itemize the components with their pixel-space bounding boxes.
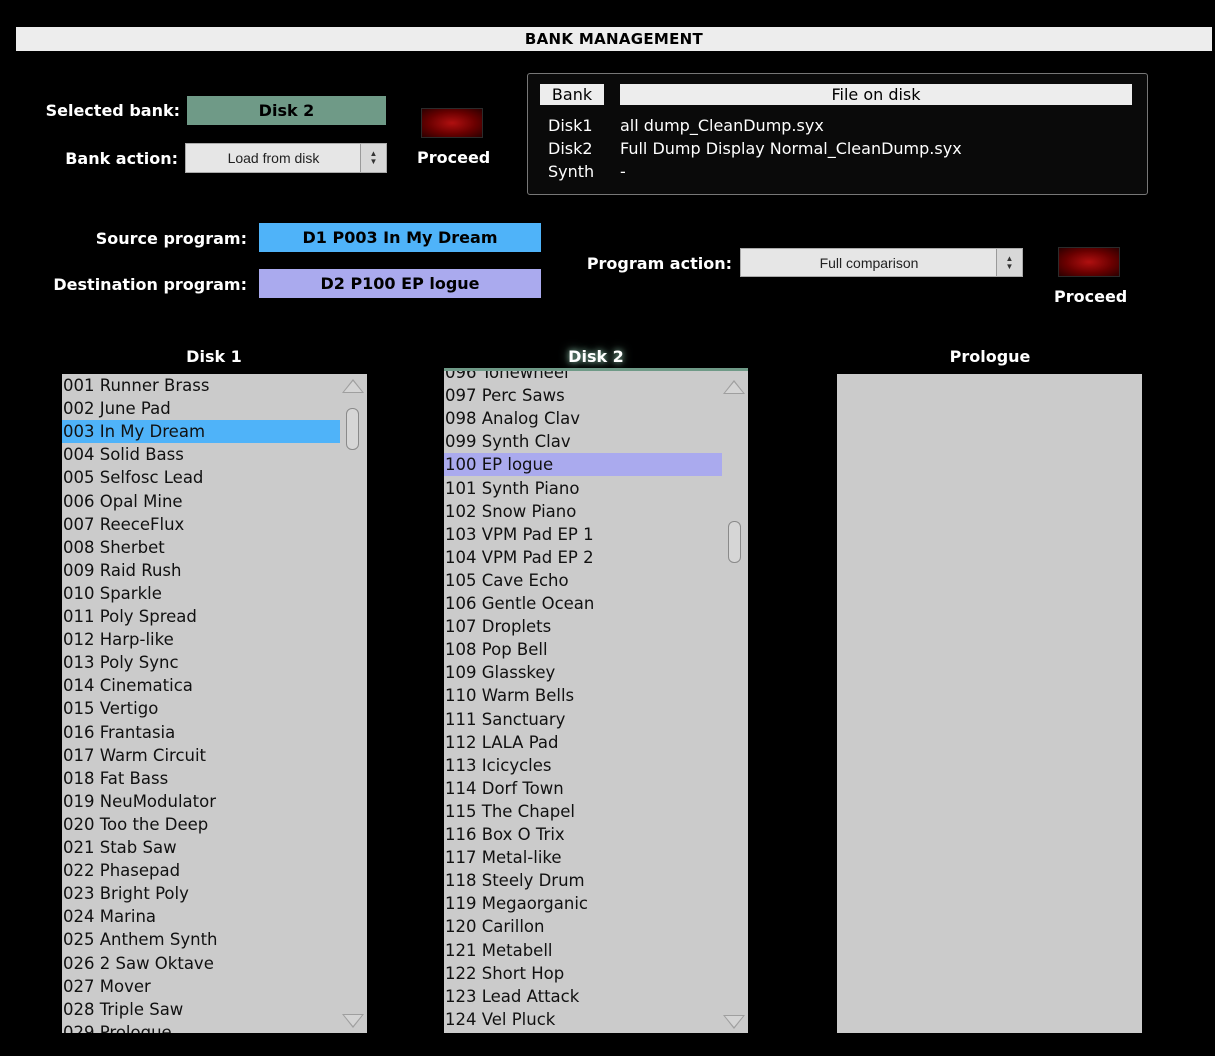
list-item[interactable]: 112 LALA Pad (444, 731, 559, 754)
list-item[interactable]: 122 Short Hop (444, 962, 564, 985)
disk1-program-list[interactable]: 029 Prologue 028 Triple Saw 027 Mover 026 2… (62, 374, 367, 1033)
list-item[interactable]: 019 NeuModulator (62, 790, 216, 813)
file-row-bank: Synth (548, 162, 595, 181)
list-item[interactable]: 010 Sparkle (62, 582, 162, 605)
list-item[interactable]: 005 Selfosc Lead (62, 466, 203, 489)
list-item[interactable]: 103 VPM Pad EP 1 (444, 523, 594, 546)
scroll-up-icon[interactable] (723, 380, 745, 394)
list-item[interactable]: 016 Frantasia (62, 721, 175, 744)
file-row-bank: Disk2 (548, 139, 593, 158)
file-row-name: all dump_CleanDump.syx (620, 116, 824, 135)
scroll-down-icon[interactable] (723, 1015, 745, 1029)
list-item[interactable]: 015 Vertigo (62, 697, 158, 720)
list-item[interactable]: 012 Harp-like (62, 628, 174, 651)
scrollbar-thumb[interactable] (346, 408, 359, 450)
disk2-list-title: Disk 2 (568, 347, 624, 366)
list-item[interactable]: 008 Sherbet (62, 536, 165, 559)
list-item[interactable]: 102 Snow Piano (444, 500, 576, 523)
select-arrows-icon: ▲ ▼ (996, 249, 1022, 276)
list-item[interactable]: 123 Lead Attack (444, 985, 579, 1008)
program-action-value: Full comparison (819, 255, 919, 271)
disk2-program-list[interactable]: 124 Vel Pluck 123 Lead Attack 122 Short Ho… (444, 368, 748, 1033)
destination-program-label: Destination program: (53, 275, 247, 294)
list-item[interactable]: 107 Droplets (444, 615, 551, 638)
file-column-header: File on disk (620, 84, 1132, 105)
list-item[interactable]: 022 Phasepad (62, 859, 180, 882)
source-program-value: D1 P003 In My Dream (259, 223, 541, 252)
list-item[interactable]: 001 Runner Brass (62, 374, 209, 397)
list-item[interactable]: 104 VPM Pad EP 2 (444, 546, 594, 569)
prologue-program-list[interactable] (837, 374, 1142, 1033)
list-item[interactable]: 002 June Pad (62, 397, 171, 420)
program-proceed-led-button[interactable] (1058, 247, 1120, 277)
list-item[interactable]: 120 Carillon (444, 915, 544, 938)
bank-proceed-label: Proceed (417, 148, 491, 167)
list-item[interactable]: 106 Gentle Ocean (444, 592, 594, 615)
list-item[interactable]: 098 Analog Clav (444, 407, 580, 430)
list-item[interactable]: 100 EP logue (444, 453, 722, 477)
program-action-label: Program action: (586, 254, 732, 273)
file-row-name: - (620, 162, 626, 181)
bank-action-select[interactable]: Load from disk ▲ ▼ (185, 143, 387, 173)
list-item[interactable]: 109 Glasskey (444, 661, 555, 684)
selected-bank-label: Selected bank: (45, 101, 180, 120)
bank-proceed-led-button[interactable] (421, 108, 483, 138)
program-action-select[interactable]: Full comparison ▲ ▼ (740, 248, 1023, 277)
list-item[interactable]: 018 Fat Bass (62, 767, 168, 790)
list-item[interactable]: 023 Bright Poly (62, 882, 189, 905)
list-item[interactable]: 011 Poly Spread (62, 605, 197, 628)
list-item[interactable]: 119 Megaorganic (444, 892, 588, 915)
disk1-list-title: Disk 1 (186, 347, 242, 366)
list-item[interactable]: 025 Anthem Synth (62, 928, 218, 951)
list-item[interactable]: 097 Perc Saws (444, 384, 565, 407)
scroll-up-icon[interactable] (342, 379, 364, 393)
list-item[interactable]: 124 Vel Pluck (444, 1008, 555, 1031)
bank-action-value: Load from disk (227, 150, 320, 166)
scroll-down-icon[interactable] (342, 1014, 364, 1028)
list-item[interactable]: 029 Prologue (62, 1021, 172, 1033)
list-item[interactable]: 017 Warm Circuit (62, 744, 206, 767)
list-item[interactable]: 116 Box O Trix (444, 823, 565, 846)
source-program-label: Source program: (95, 229, 247, 248)
list-item[interactable]: 096 Tonewheel (444, 371, 569, 384)
list-item[interactable]: 009 Raid Rush (62, 559, 182, 582)
prologue-list-title: Prologue (949, 347, 1031, 366)
list-item[interactable]: 024 Marina (62, 905, 156, 928)
list-item[interactable]: 114 Dorf Town (444, 777, 564, 800)
bank-action-label: Bank action: (65, 149, 178, 168)
program-proceed-label: Proceed (1054, 287, 1128, 306)
list-item[interactable]: 101 Synth Piano (444, 477, 579, 500)
list-item[interactable]: 014 Cinematica (62, 674, 193, 697)
bank-files-panel: Bank File on disk Disk1 all dump_CleanDu… (527, 73, 1148, 195)
list-item[interactable]: 111 Sanctuary (444, 708, 565, 731)
list-item[interactable]: 105 Cave Echo (444, 569, 569, 592)
list-item[interactable]: 020 Too the Deep (62, 813, 208, 836)
scrollbar-thumb[interactable] (728, 521, 741, 563)
file-row-bank: Disk1 (548, 116, 593, 135)
list-item[interactable]: 021 Stab Saw (62, 836, 177, 859)
select-arrows-icon: ▲ ▼ (360, 144, 386, 172)
list-item[interactable]: 026 2 Saw Oktave (62, 952, 214, 975)
list-item[interactable]: 113 Icicycles (444, 754, 552, 777)
list-item[interactable]: 115 The Chapel (444, 800, 575, 823)
list-item[interactable]: 099 Synth Clav (444, 430, 571, 453)
list-item[interactable]: 003 In My Dream (62, 420, 340, 444)
list-item[interactable]: 013 Poly Sync (62, 651, 179, 674)
page-title: BANK MANAGEMENT (16, 27, 1212, 51)
list-item[interactable]: 007 ReeceFlux (62, 513, 184, 536)
file-row-name: Full Dump Display Normal_CleanDump.syx (620, 139, 962, 158)
list-item[interactable]: 108 Pop Bell (444, 638, 548, 661)
list-item[interactable]: 004 Solid Bass (62, 443, 184, 466)
list-item[interactable]: 006 Opal Mine (62, 490, 183, 513)
list-item[interactable]: 121 Metabell (444, 939, 553, 962)
bank-column-header: Bank (540, 84, 604, 105)
selected-bank-value: Disk 2 (187, 96, 386, 125)
list-item[interactable]: 118 Steely Drum (444, 869, 585, 892)
list-item[interactable]: 110 Warm Bells (444, 684, 574, 707)
list-item[interactable]: 117 Metal-like (444, 846, 562, 869)
list-item[interactable]: 027 Mover (62, 975, 151, 998)
list-item[interactable]: 028 Triple Saw (62, 998, 183, 1021)
destination-program-value: D2 P100 EP logue (259, 269, 541, 298)
